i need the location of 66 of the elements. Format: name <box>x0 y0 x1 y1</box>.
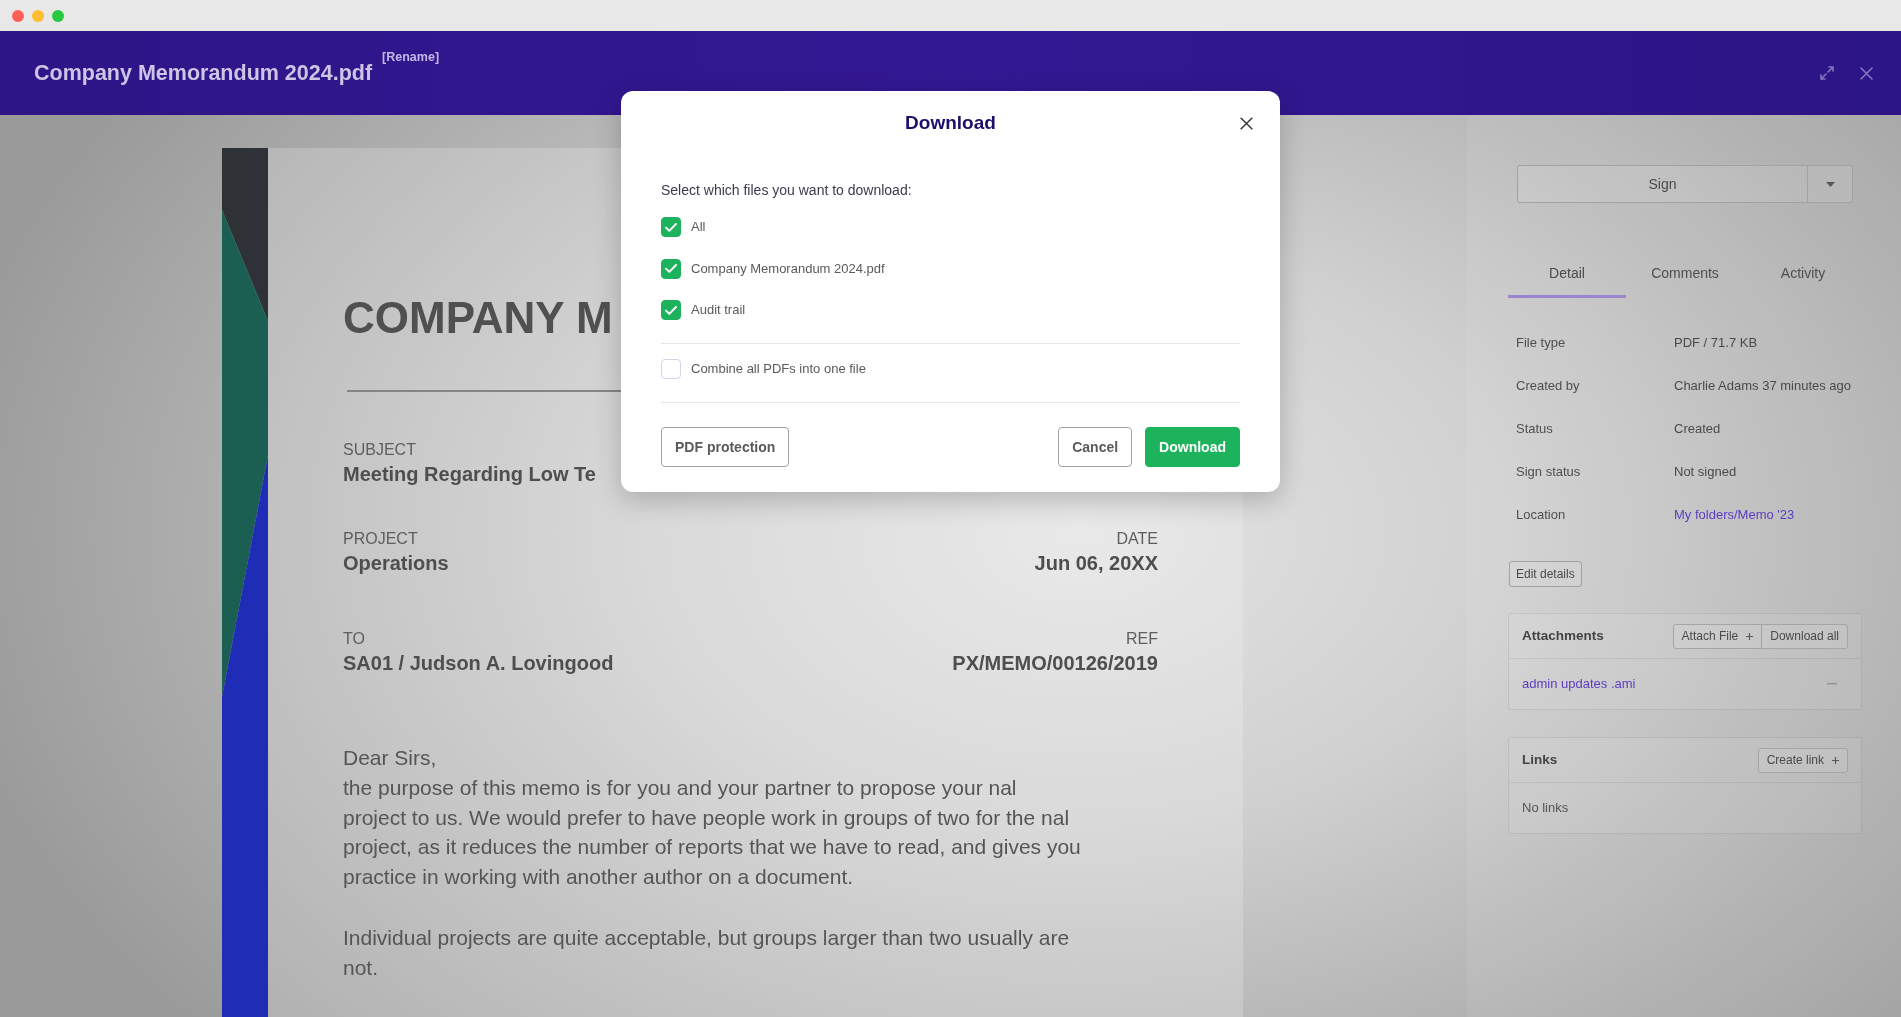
create-link-button[interactable]: Create link <box>1757 747 1848 773</box>
memo-salutation: Dear Sirs, <box>343 745 437 771</box>
detail-value: Not signed <box>1674 462 1737 481</box>
field-label: REF <box>1126 629 1158 649</box>
dialog-title: Download <box>905 111 996 135</box>
primary-button[interactable]: Download <box>1145 427 1240 467</box>
document-title: Company Memorandum 2024.pdf <box>34 59 373 87</box>
checkmark-icon <box>665 222 677 232</box>
checkbox-label: Audit trail <box>691 301 746 320</box>
attachment-button[interactable]: Download all <box>1761 623 1848 649</box>
field-value: Meeting Regarding Low Te <box>343 462 596 487</box>
field-label: PROJECT <box>343 529 418 549</box>
dash-icon[interactable] <box>1827 683 1837 685</box>
detail-label: Location <box>1516 505 1567 524</box>
detail-label: Sign status <box>1516 462 1582 481</box>
zoom-light-icon[interactable] <box>52 9 64 22</box>
checkbox[interactable] <box>661 300 681 320</box>
checkbox-label: Combine all PDFs into one file <box>691 360 866 379</box>
close-icon <box>1240 116 1253 130</box>
field-value: PX/MEMO/00126/2019 <box>952 651 1158 676</box>
attachment-link[interactable]: admin updates .ami <box>1522 674 1636 694</box>
memo-paragraph: the purpose of this memo is for you and your partner to propose your nal project to us. We would prefer to have people work in groups of two for the nal project, as it reduces the number of reports that we have to read, and gives you practice in working with another author on a document. <box>343 775 1082 891</box>
field-label: TO <box>343 629 365 649</box>
checkbox-label: All <box>691 218 706 237</box>
checkbox[interactable] <box>661 217 681 237</box>
detail-label: Status <box>1516 419 1554 438</box>
checkbox[interactable] <box>661 258 681 279</box>
edit-button[interactable]: Edit details <box>1509 561 1582 587</box>
field-value: SA01 / Judson A. Lovingood <box>343 651 614 676</box>
caret-icon <box>1825 181 1835 187</box>
tab[interactable]: Activity <box>1744 252 1862 298</box>
dropdown-toggle[interactable] <box>1807 165 1853 203</box>
expand-icon[interactable] <box>1820 66 1834 80</box>
minimize-light-icon[interactable] <box>32 9 44 22</box>
memo-heading: COMPANY M <box>343 292 613 344</box>
outline-button[interactable]: Cancel <box>1058 427 1133 467</box>
close-light-icon[interactable] <box>12 9 24 22</box>
tab[interactable]: Comments <box>1626 252 1744 298</box>
field-value: Operations <box>343 551 449 576</box>
field-value: Jun 06, 20XX <box>1034 551 1158 576</box>
close-button[interactable] <box>1240 116 1253 130</box>
sign-button[interactable]: Sign <box>1517 165 1808 203</box>
outline-button[interactable]: PDF protection <box>661 427 790 467</box>
detail-label: File type <box>1516 333 1567 352</box>
tab[interactable]: Detail <box>1508 252 1626 298</box>
empty-message: No links <box>1522 799 1569 818</box>
detail-value: Created <box>1674 419 1721 438</box>
card-title: Attachments <box>1522 626 1604 645</box>
checkbox[interactable] <box>661 359 681 379</box>
plus-icon <box>1746 632 1754 640</box>
dialog-prompt: Select which files you want to download: <box>661 181 913 200</box>
card-title: Links <box>1522 750 1558 769</box>
location-link[interactable]: My folders/Memo '23 <box>1674 504 1795 525</box>
rename-link[interactable]: [Rename] <box>382 48 440 67</box>
memo-paragraph: Individual projects are quite acceptable, but groups larger than two usually are not. <box>343 924 1071 981</box>
detail-value: PDF / 71.7 KB <box>1674 333 1758 352</box>
field-label: SUBJECT <box>343 440 416 460</box>
attachment-button[interactable]: Attach File <box>1672 623 1763 649</box>
field-label: DATE <box>1116 529 1158 549</box>
checkmark-icon <box>665 264 677 273</box>
detail-value: Charlie Adams 37 minutes ago <box>1674 376 1852 395</box>
checkbox-label: Company Memorandum 2024.pdf <box>691 259 885 278</box>
checkmark-icon <box>665 305 677 315</box>
detail-label: Created by <box>1516 376 1581 395</box>
close-icon[interactable] <box>1860 66 1873 80</box>
plus-icon <box>1832 756 1839 764</box>
